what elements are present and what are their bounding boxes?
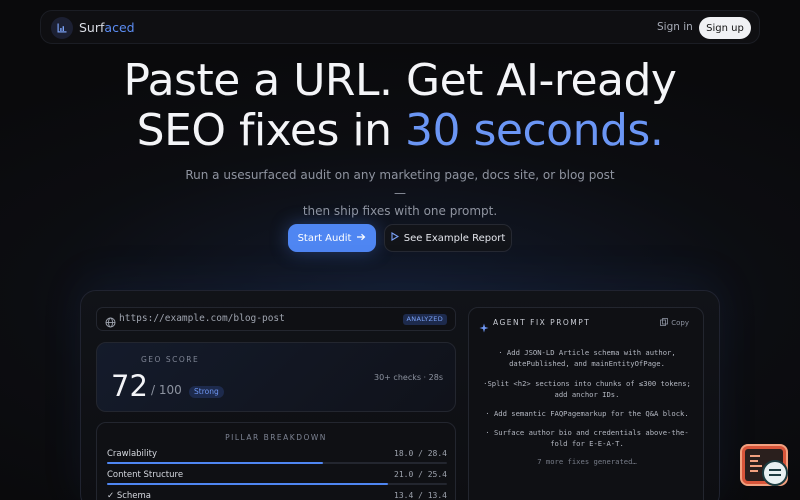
brand-accent: aced (104, 20, 135, 35)
headline-accent: 30 seconds. (405, 105, 664, 156)
pillar-name: ✓ Schema (107, 491, 151, 500)
pillar-bar-track (107, 462, 447, 464)
pillar-breakdown-card: PILLAR BREAKDOWN Crawlability 18.0 / 28.… (96, 422, 456, 500)
pillar-row: Crawlability 18.0 / 28.4 (107, 449, 447, 467)
copy-button[interactable]: Copy (660, 318, 689, 328)
geo-score-card: GEO SCORE 72 / 100 Strong 30+ checks · 2… (96, 342, 456, 412)
copy-icon (660, 318, 669, 328)
subtitle-line-1: Run a usesurfaced audit on any marketing… (185, 168, 615, 200)
agent-fix-prompt-card: AGENT FIX PROMPT Copy · Add JSON-LD Arti… (468, 307, 704, 500)
pillar-breakdown-title: PILLAR BREAKDOWN (225, 433, 327, 442)
headline-line-2-prefix: SEO fixes in (136, 105, 405, 156)
geo-score-max: / 100 (151, 383, 182, 397)
sparkle-icon (479, 318, 489, 337)
pillar-name: Content Structure (107, 470, 184, 480)
play-icon (391, 232, 399, 244)
top-nav: Surfaced Sign in Sign up (40, 10, 760, 44)
strong-badge: Strong (189, 386, 224, 398)
fix-prompt-title: AGENT FIX PROMPT (493, 318, 591, 327)
logo-icon[interactable] (51, 17, 73, 39)
url-bar: https://example.com/blog-post ANALYZED (96, 307, 456, 331)
brand-name[interactable]: Surfaced (79, 20, 135, 35)
url-text: https://example.com/blog-post (119, 313, 285, 324)
pillar-bar-track (107, 483, 447, 485)
pillar-score: 13.4 / 13.4 (394, 491, 447, 500)
checks-summary: 30+ checks · 28s (374, 373, 443, 382)
pillar-bar-fill (107, 483, 389, 485)
geo-score-value: 72 (111, 369, 148, 403)
brand-prefix: Surf (79, 20, 105, 35)
more-fixes-text: 7 more fixes generated… (537, 457, 637, 466)
signup-button[interactable]: Sign up (699, 17, 751, 39)
help-widget-icon[interactable] (740, 444, 788, 486)
globe-icon (105, 313, 116, 332)
start-audit-label: Start Audit (297, 232, 352, 244)
see-example-report-button[interactable]: See Example Report (384, 224, 512, 252)
pillar-score: 18.0 / 28.4 (394, 449, 447, 458)
copy-label: Copy (671, 319, 689, 327)
fix-item: ·Split <h2> sections into chunks of ≤300… (483, 379, 691, 399)
fix-item: · Add JSON-LD Article schema with author… (498, 348, 676, 368)
pillar-row: Content Structure 21.0 / 25.4 (107, 470, 447, 488)
pillar-score: 21.0 / 25.4 (394, 470, 447, 479)
subtitle-line-2: then ship fixes with one prompt. (302, 204, 498, 218)
geo-score-label: GEO SCORE (141, 355, 200, 364)
analyzed-badge: ANALYZED (402, 314, 447, 325)
start-audit-button[interactable]: Start Audit (288, 224, 376, 252)
pillar-bar-fill (107, 462, 323, 464)
headline-line-1: Paste a URL. Get AI-ready (123, 55, 677, 106)
fix-item: · Add semantic FAQPagemarkup for the Q&A… (485, 409, 689, 418)
headline-line-2: SEO fixes in 30 seconds. (0, 106, 800, 156)
signin-link[interactable]: Sign in (657, 21, 693, 33)
pillar-row: ✓ Schema 13.4 / 13.4 (107, 491, 447, 500)
arrow-right-icon (357, 233, 366, 244)
hero-subtitle: Run a usesurfaced audit on any marketing… (180, 166, 620, 220)
see-example-label: See Example Report (403, 232, 506, 244)
pillar-name: Crawlability (107, 449, 158, 459)
fix-item: · Surface author bio and credentials abo… (485, 428, 689, 448)
hero-headline: Paste a URL. Get AI-ready SEO fixes in 3… (0, 56, 800, 156)
magnifier-icon (762, 460, 788, 486)
